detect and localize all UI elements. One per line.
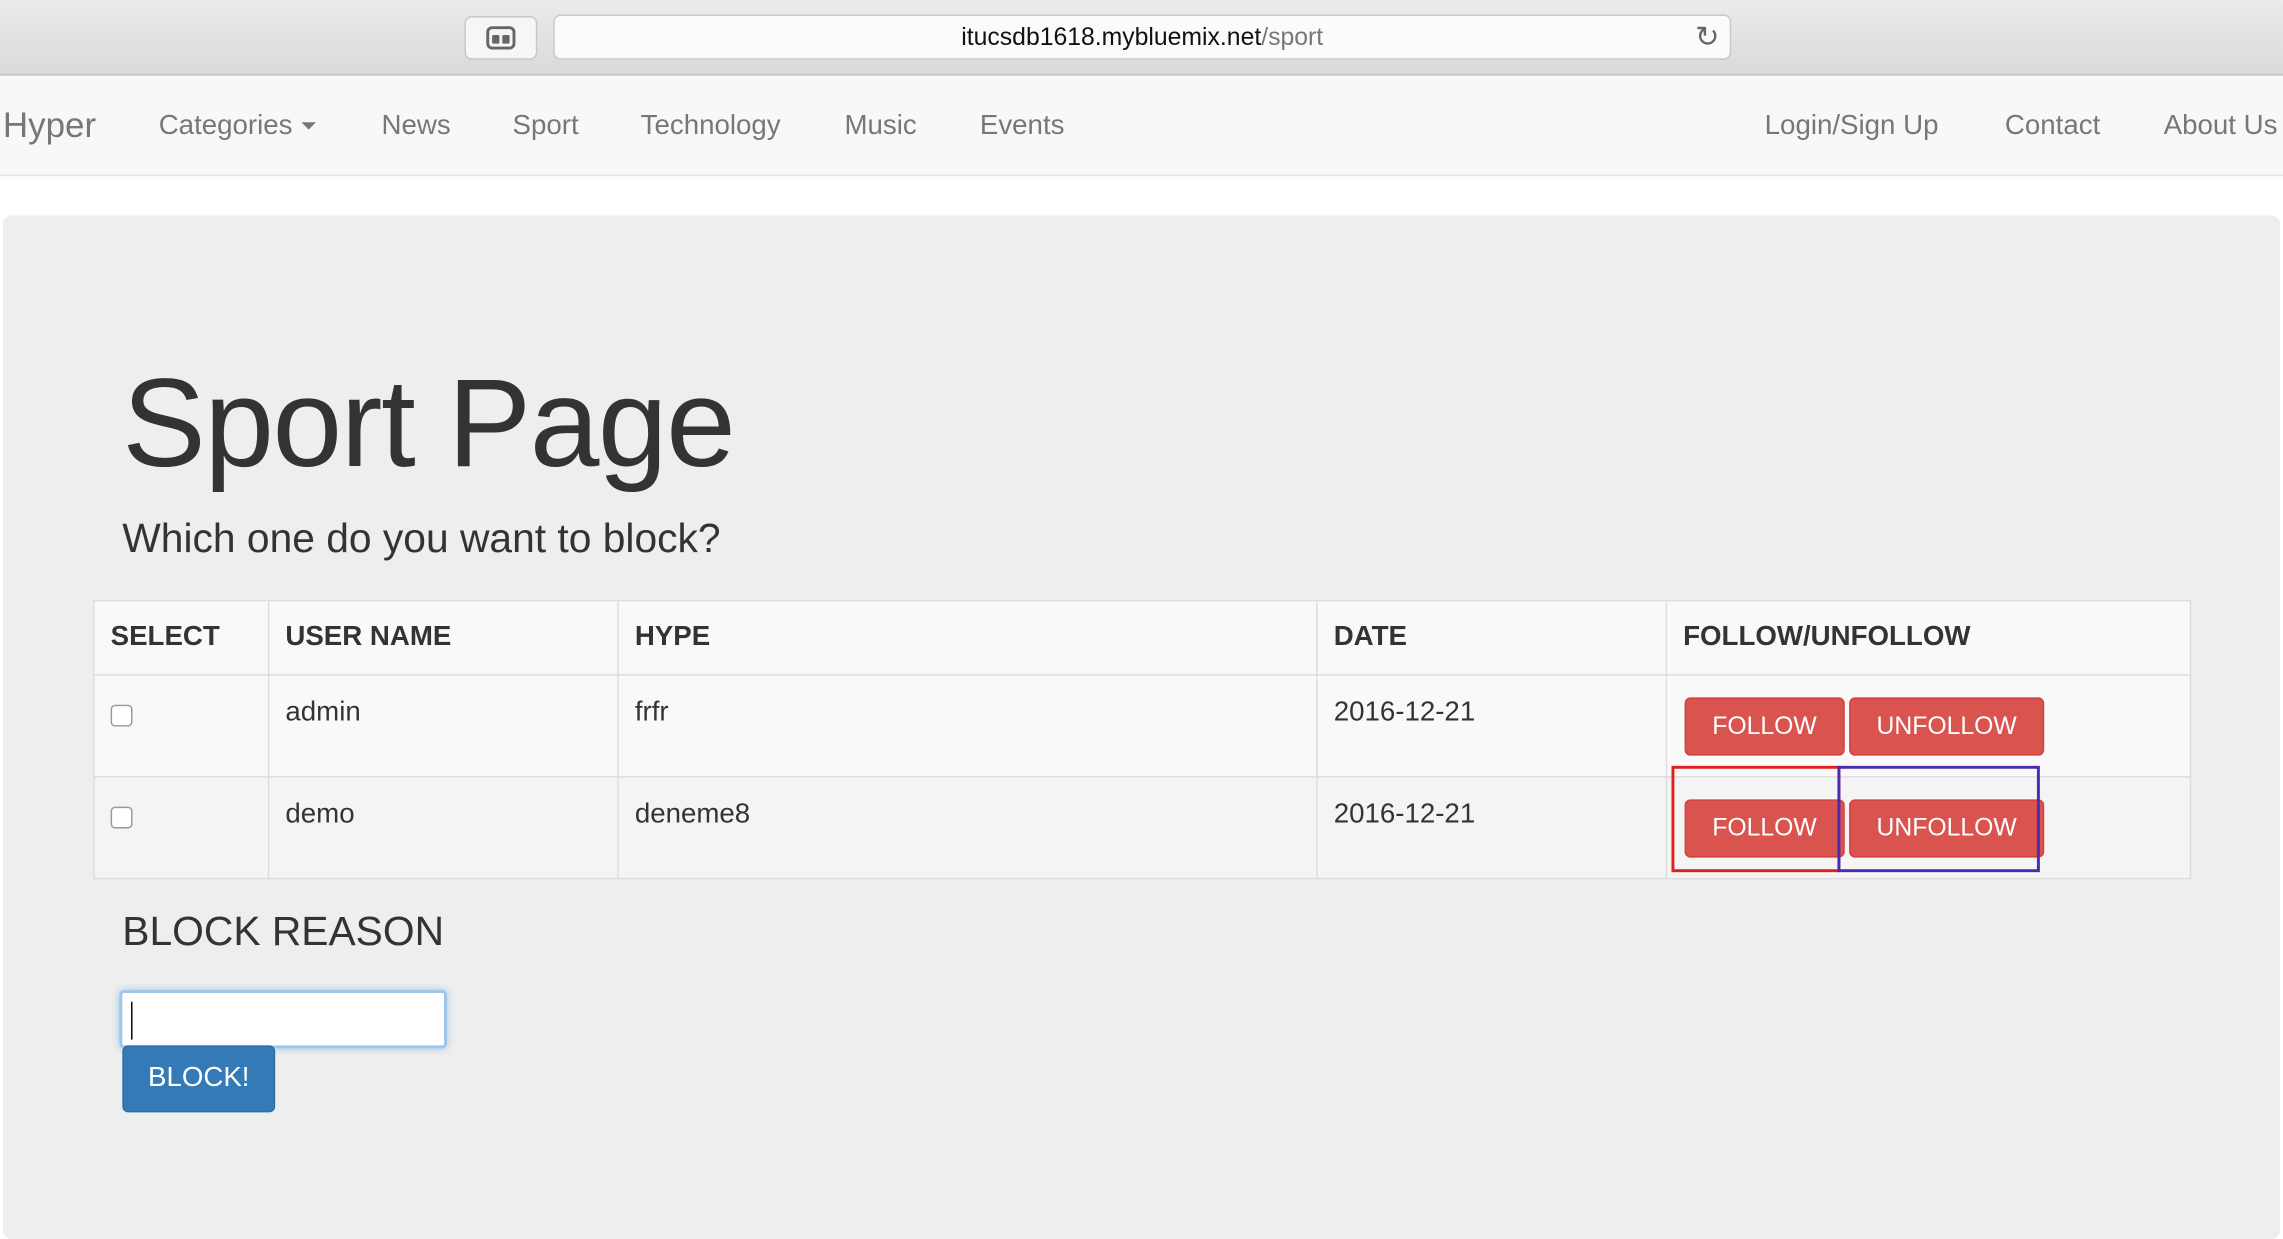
url-path: /sport <box>1261 22 1324 51</box>
nav-item-about[interactable]: About Us <box>2164 76 2278 176</box>
nav-item-label: Categories <box>158 110 293 142</box>
follow-actions-cell: FOLLOW UNFOLLOW <box>1665 674 2192 778</box>
block-reason-label: BLOCK REASON <box>122 908 445 954</box>
unfollow-button[interactable]: UNFOLLOW <box>1848 697 2045 756</box>
caret-down-icon <box>301 123 316 131</box>
tab-overview-button[interactable] <box>464 16 538 60</box>
hype-cell: deneme8 <box>617 776 1318 880</box>
browser-toolbar: itucsdb1618.mybluemix.net/sport ↻ <box>0 0 2283 76</box>
row-checkbox[interactable] <box>110 704 133 727</box>
reload-icon[interactable]: ↻ <box>1695 22 1719 54</box>
nav-item-events[interactable]: Events <box>980 76 1065 176</box>
nav-item-login[interactable]: Login/Sign Up <box>1765 76 1939 176</box>
row-checkbox[interactable] <box>110 806 133 829</box>
nav-item-music[interactable]: Music <box>844 76 916 176</box>
page-title: Sport Page <box>122 353 735 494</box>
nav-item-technology[interactable]: Technology <box>641 76 781 176</box>
table-header-row: SELECT USER NAME HYPE DATE FOLLOW/UNFOLL… <box>93 599 2192 676</box>
hype-cell: frfr <box>617 674 1318 778</box>
text-cursor <box>131 1001 133 1040</box>
nav-item-news[interactable]: News <box>381 76 450 176</box>
nav-item-contact[interactable]: Contact <box>2005 76 2100 176</box>
tab-overview-icon <box>486 26 516 50</box>
column-header-select: SELECT <box>93 599 270 676</box>
nav-item-categories[interactable]: Categories <box>159 76 316 176</box>
user-cell: demo <box>267 776 619 880</box>
date-cell: 2016-12-21 <box>1316 776 1668 880</box>
column-header-user: USER NAME <box>267 599 619 676</box>
table-row: admin frfr 2016-12-21 FOLLOW UNFOLLOW <box>93 674 2192 778</box>
address-bar[interactable]: itucsdb1618.mybluemix.net/sport ↻ <box>553 14 1732 60</box>
select-cell <box>93 776 270 880</box>
block-reason-input[interactable] <box>119 990 447 1049</box>
column-header-follow: FOLLOW/UNFOLLOW <box>1665 599 2192 676</box>
nav-item-sport[interactable]: Sport <box>513 76 579 176</box>
block-button[interactable]: BLOCK! <box>122 1045 276 1113</box>
navbar: Hyper Categories News Sport Technology M… <box>0 75 2283 177</box>
highlight-box-follow <box>1671 765 1841 873</box>
select-cell <box>93 674 270 778</box>
user-cell: admin <box>267 674 619 778</box>
navbar-brand[interactable]: Hyper <box>3 76 96 176</box>
url-host: itucsdb1618.mybluemix.net <box>961 22 1262 51</box>
date-cell: 2016-12-21 <box>1316 674 1668 778</box>
page-subtitle: Which one do you want to block? <box>122 515 721 561</box>
column-header-hype: HYPE <box>617 599 1318 676</box>
column-header-date: DATE <box>1316 599 1668 676</box>
follow-button[interactable]: FOLLOW <box>1684 697 1845 756</box>
highlight-box-unfollow <box>1837 765 2040 873</box>
